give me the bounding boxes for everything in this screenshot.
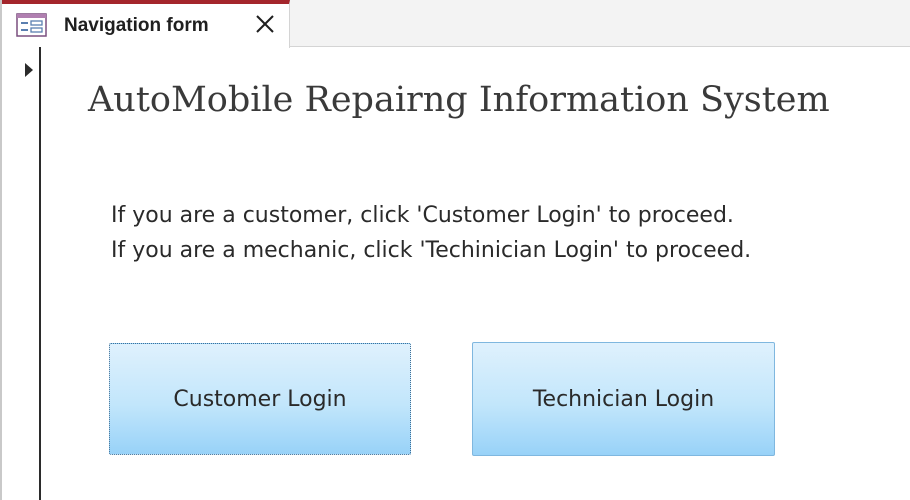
record-pointer-icon	[24, 62, 34, 78]
tab-title: Navigation form	[64, 15, 209, 36]
instruction-line-customer: If you are a customer, click 'Customer L…	[111, 203, 734, 228]
instruction-line-mechanic: If you are a mechanic, click 'Techinicia…	[111, 238, 752, 263]
access-window: Navigation form AutoMobile Repairng Info…	[0, 0, 910, 500]
form-icon	[16, 13, 47, 37]
record-selector[interactable]	[2, 47, 41, 500]
document-tab-strip: Navigation form	[2, 0, 910, 48]
form-title: AutoMobile Repairng Information System	[88, 80, 830, 120]
instructions-text: If you are a customer, click 'Customer L…	[111, 198, 751, 268]
customer-login-button[interactable]: Customer Login	[109, 343, 411, 455]
tab-navigation-form[interactable]: Navigation form	[2, 0, 290, 48]
technician-login-button[interactable]: Technician Login	[472, 342, 775, 456]
close-icon[interactable]	[254, 13, 276, 35]
